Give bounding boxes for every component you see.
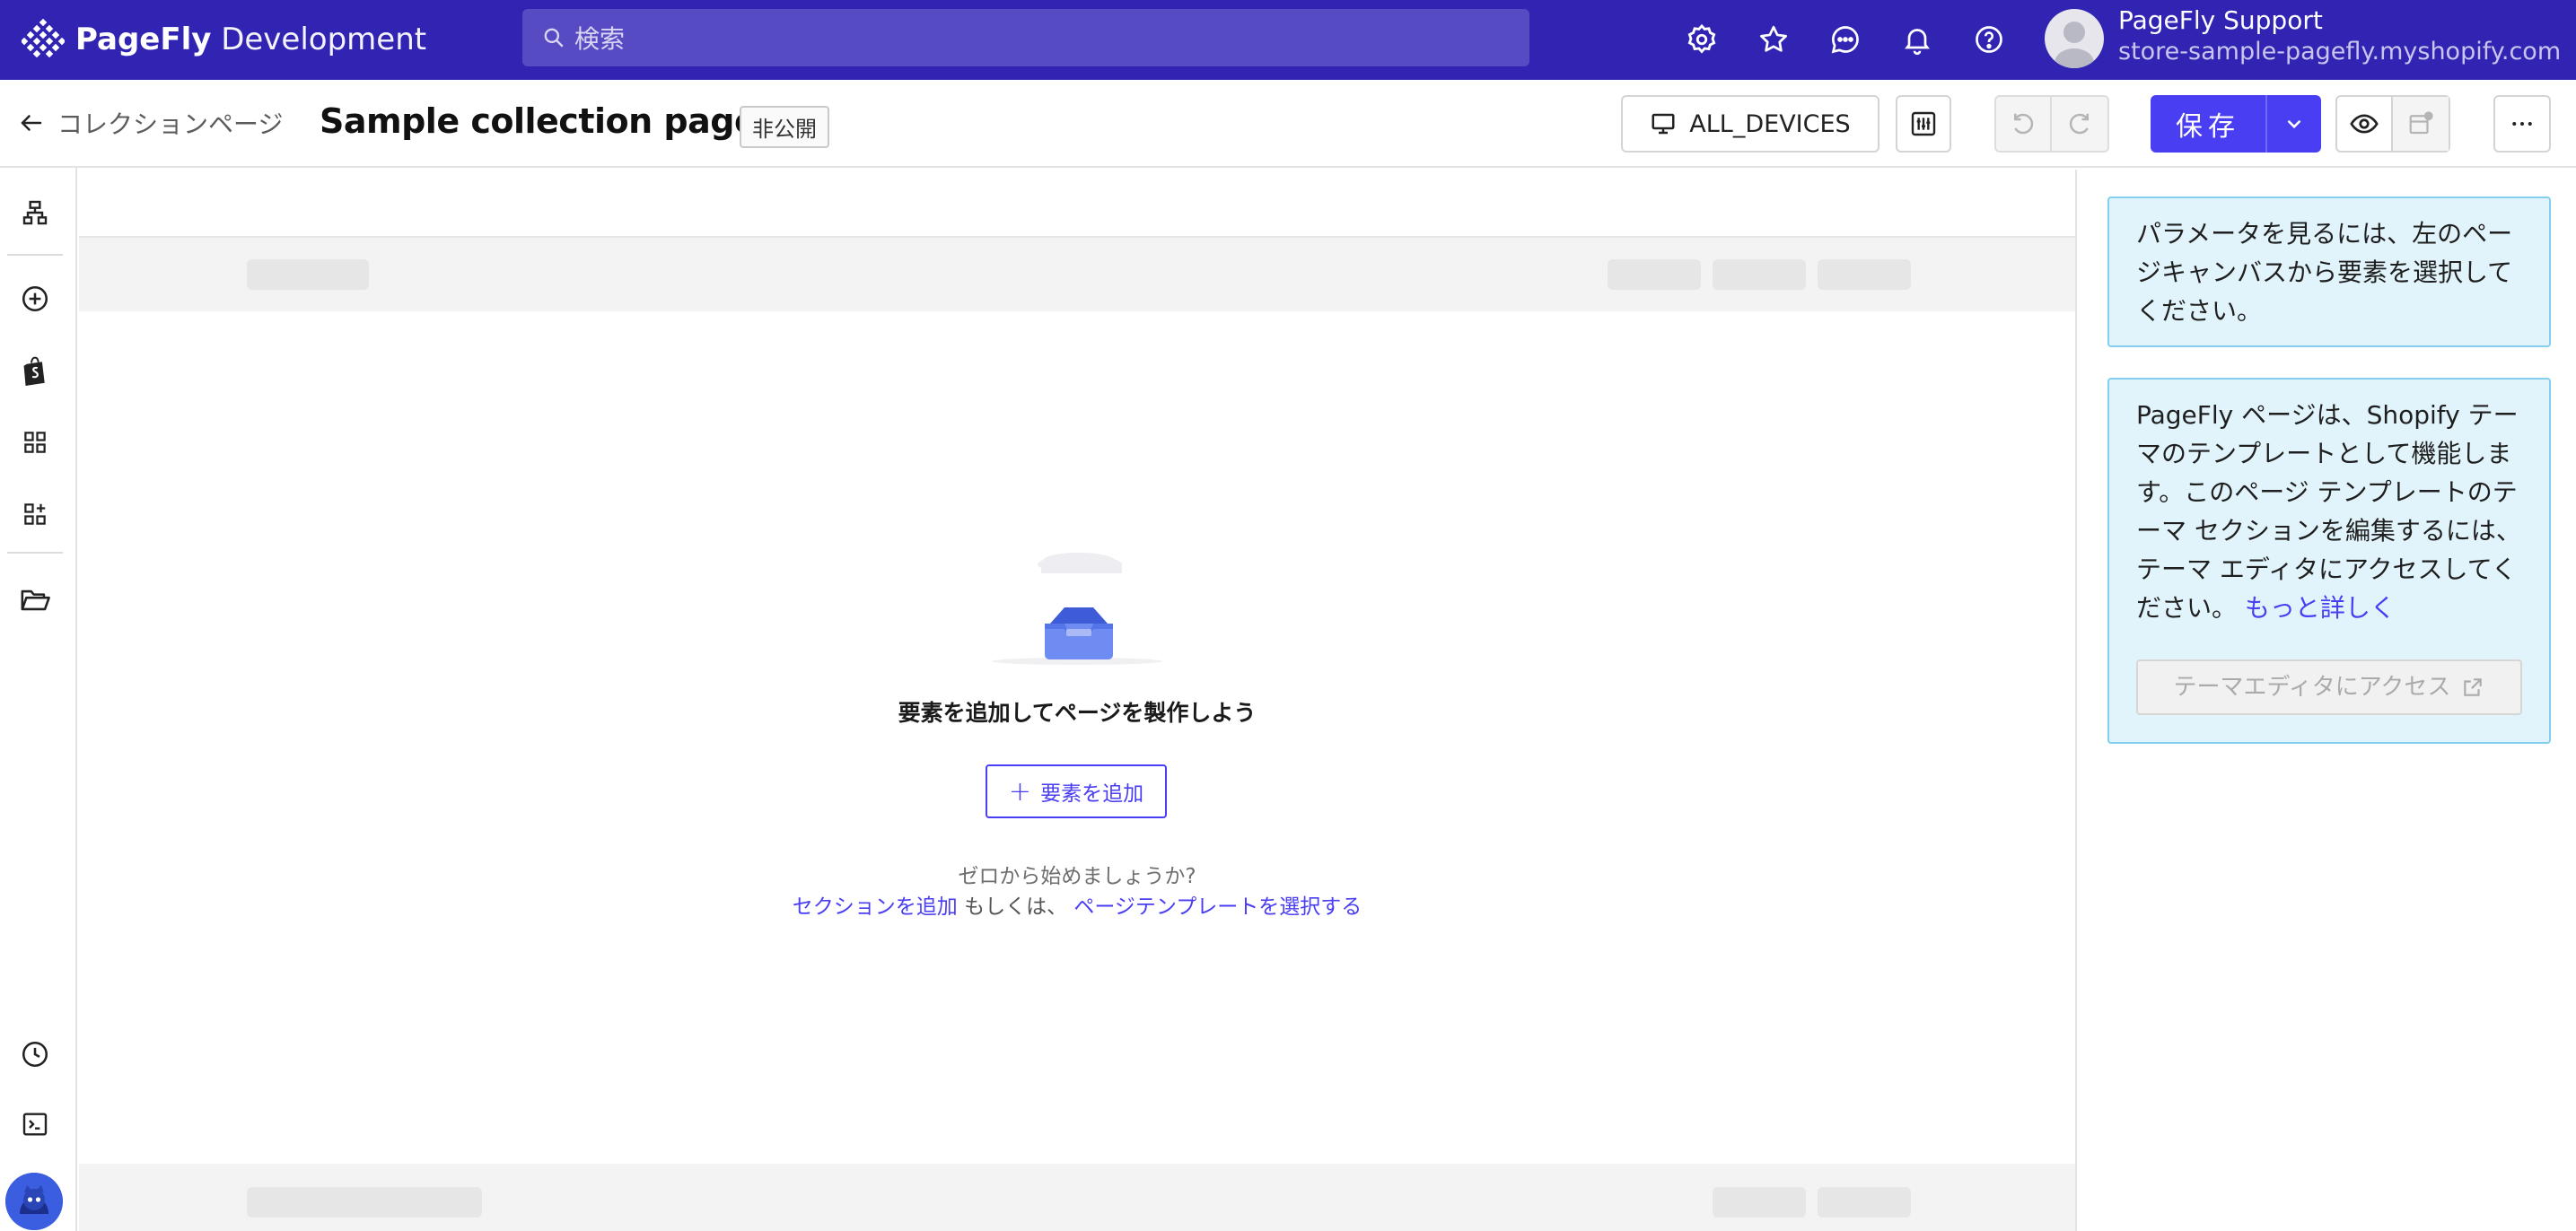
- star-icon[interactable]: [1754, 20, 1793, 59]
- page-settings-button[interactable]: [1896, 95, 1951, 153]
- publish-icon: [2409, 111, 2433, 135]
- skeleton-block: [247, 259, 369, 290]
- publish-button[interactable]: [2393, 97, 2449, 151]
- desktop-icon: [1652, 113, 1675, 135]
- logo[interactable]: PageFly Development: [20, 16, 427, 63]
- add-element-button[interactable]: + 要素を追加: [986, 764, 1167, 818]
- user-name[interactable]: PageFly Support: [2118, 5, 2323, 35]
- clock-icon[interactable]: [17, 1036, 53, 1072]
- rail-divider: [7, 552, 63, 554]
- help-icon[interactable]: [1969, 20, 2009, 59]
- redo-icon: [2069, 113, 2089, 135]
- skeleton-block: [1713, 1187, 1806, 1218]
- save-label: 保存: [2176, 111, 2240, 143]
- search-icon: [544, 28, 564, 48]
- save-options-button[interactable]: [2267, 112, 2321, 135]
- chat-icon[interactable]: [1826, 20, 1865, 59]
- add-grid-icon[interactable]: [17, 496, 53, 532]
- shopify-bag-icon[interactable]: [17, 353, 53, 389]
- device-label: ALL_DEVICES: [1689, 109, 1851, 138]
- add-circle-icon[interactable]: [17, 281, 53, 317]
- left-sidebar: [0, 168, 77, 1231]
- chevron-down-icon: [2287, 119, 2301, 129]
- undo-icon: [2014, 113, 2034, 135]
- external-link-icon: [2464, 678, 2483, 696]
- page-title: Sample collection page: [320, 101, 758, 141]
- terminal-icon[interactable]: [17, 1106, 53, 1142]
- folder-open-icon[interactable]: [17, 582, 53, 618]
- empty-state-title: 要素を追加してページを製作しよう: [898, 700, 1257, 726]
- status-badge: 非公開: [740, 106, 829, 148]
- select-template-link[interactable]: ページテンプレートを選択する: [1073, 895, 1362, 919]
- empty-state-illustration: [987, 543, 1167, 677]
- theme-template-text: PageFly ページは、Shopify テーマのテンプレートとして機能します。…: [2136, 400, 2521, 623]
- page-canvas[interactable]: 要素を追加してページを製作しよう + 要素を追加 ゼロから始めましょうか? セク…: [79, 170, 2075, 1231]
- plus-icon: +: [1008, 775, 1032, 808]
- rail-divider: [7, 254, 63, 256]
- preview-button[interactable]: [2337, 97, 2393, 151]
- editor-toolbar: コレクションページ Sample collection page 非公開 ALL…: [0, 80, 2576, 168]
- settings-icon[interactable]: [1682, 20, 1722, 59]
- more-horizontal-icon: [2512, 122, 2532, 126]
- theme-template-notice: PageFly ページは、Shopify テーマのテンプレートとして機能します。…: [2107, 378, 2551, 744]
- save-button[interactable]: 保存: [2151, 95, 2321, 153]
- grid-icon[interactable]: [17, 424, 53, 460]
- chat-bot-avatar[interactable]: [5, 1173, 63, 1230]
- learn-more-link[interactable]: もっと詳しく: [2245, 593, 2396, 623]
- sitemap-icon[interactable]: [17, 195, 53, 231]
- arrow-left-icon: [21, 115, 42, 131]
- select-element-text: パラメータを見るには、左のページキャンバスから要素を選択してください。: [2136, 219, 2513, 326]
- skeleton-block: [247, 1187, 482, 1218]
- add-section-link[interactable]: セクションを追加: [793, 895, 958, 919]
- bell-icon[interactable]: [1897, 20, 1937, 59]
- brand-name: PageFly Development: [75, 22, 427, 57]
- avatar[interactable]: [2045, 9, 2104, 68]
- skeleton-block: [1818, 1187, 1911, 1218]
- search-placeholder: 検索: [574, 24, 626, 54]
- undo-button[interactable]: [1996, 97, 2052, 151]
- top-bar: PageFly Development 検索 PageFly Support s…: [0, 0, 2576, 80]
- skeleton-block: [1713, 259, 1806, 290]
- device-selector-button[interactable]: ALL_DEVICES: [1621, 95, 1879, 153]
- theme-editor-label: テーマエディタにアクセス: [2173, 673, 2451, 701]
- history-group: [1994, 95, 2109, 153]
- empty-state-hint: ゼロから始めましょうか?: [958, 865, 1196, 888]
- eye-icon: [2350, 114, 2379, 134]
- add-element-label: 要素を追加: [1040, 782, 1144, 806]
- skeleton-block: [1818, 259, 1911, 290]
- redo-button[interactable]: [2052, 97, 2107, 151]
- header-skeleton: [79, 236, 2075, 311]
- sliders-icon: [1911, 111, 1936, 136]
- preview-group: [2335, 95, 2450, 153]
- inspector-panel: パラメータを見るには、左のページキャンバスから要素を選択してください。 Page…: [2075, 170, 2576, 1231]
- or-text: もしくは、: [964, 895, 1068, 919]
- back-link[interactable]: コレクションページ: [18, 105, 283, 141]
- back-label: コレクションページ: [57, 109, 284, 139]
- footer-skeleton: [79, 1164, 2075, 1231]
- select-element-notice: パラメータを見るには、左のページキャンバスから要素を選択してください。: [2107, 196, 2551, 347]
- skeleton-block: [1608, 259, 1701, 290]
- pagefly-logo-icon: [20, 18, 66, 61]
- store-domain[interactable]: store-sample-pagefly.myshopify.com: [2118, 38, 2561, 65]
- theme-editor-button[interactable]: テーマエディタにアクセス: [2136, 659, 2522, 715]
- search-input[interactable]: 検索: [522, 9, 1529, 66]
- empty-state-links: セクションを追加 もしくは、 ページテンプレートを選択する: [79, 889, 2075, 920]
- more-options-button[interactable]: [2493, 95, 2551, 153]
